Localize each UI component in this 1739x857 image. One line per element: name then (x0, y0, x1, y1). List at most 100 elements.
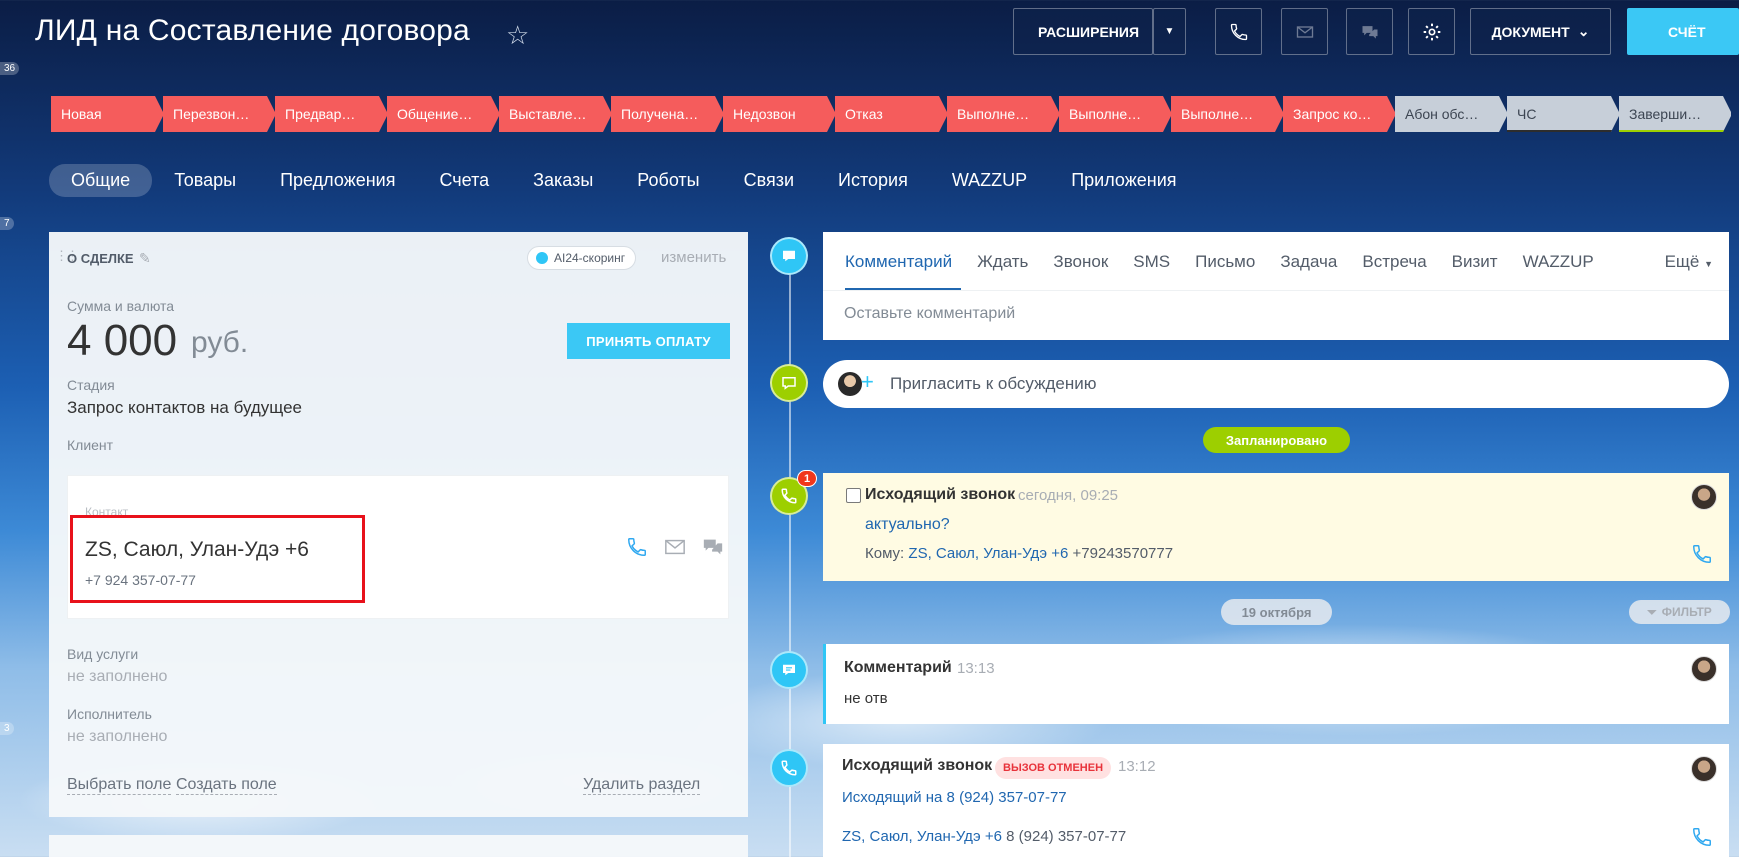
invoice-button[interactable]: СЧЁТ (1627, 8, 1739, 55)
avatar (838, 372, 862, 396)
chevron-down-icon: ⌄ (1577, 23, 1590, 39)
stage-item[interactable]: Отказ (835, 96, 948, 132)
pencil-icon[interactable]: ✎ (139, 250, 151, 267)
delete-section-link[interactable]: Удалить раздел (583, 776, 701, 795)
stage-value: Запрос контактов на будущее (67, 398, 303, 417)
tab-relations[interactable]: Связи (722, 164, 816, 197)
avatar (1691, 656, 1717, 682)
composer-tab-comment[interactable]: Комментарий (845, 252, 952, 272)
create-field-link[interactable]: Создать поле (176, 776, 277, 795)
stage-item[interactable]: Абон обс… (1395, 96, 1508, 132)
detail-tabs: Общие Товары Предложения Счета Заказы Ро… (49, 164, 1199, 197)
event-time: 13:12 (1118, 758, 1156, 775)
timeline-call-dot (770, 749, 808, 787)
stage-item[interactable]: Выполне… (947, 96, 1060, 132)
phone-icon[interactable] (625, 536, 649, 558)
client-label: Клиент (67, 437, 114, 453)
filter-label: ФИЛЬТР (1661, 605, 1712, 619)
stage-item[interactable]: ЧС (1507, 96, 1620, 132)
composer-tab-sms[interactable]: SMS (1133, 252, 1170, 272)
tab-apps[interactable]: Приложения (1049, 164, 1198, 197)
complete-checkbox[interactable] (846, 488, 861, 503)
star-icon[interactable]: ☆ (506, 20, 529, 51)
recipient-label: Кому: (865, 545, 905, 562)
stage-item[interactable]: Выполне… (1059, 96, 1172, 132)
tab-general[interactable]: Общие (49, 164, 153, 197)
call-button[interactable] (1215, 8, 1262, 55)
contact-actions (625, 536, 725, 558)
planned-count-badge: 1 (797, 470, 817, 487)
call-subject-link[interactable]: актуально? (865, 516, 950, 534)
composer-tab-wait[interactable]: Ждать (977, 252, 1028, 272)
extensions-button[interactable]: РАСШИРЕНИЯ (1013, 8, 1153, 55)
comment-input[interactable]: Оставьте комментарий (844, 305, 1015, 323)
composer-more-menu[interactable]: Ещё ▼ (1665, 252, 1713, 272)
recipient-link[interactable]: ZS, Саюл, Улан-Удэ +6 (908, 545, 1068, 562)
timeline-comment-dot (770, 651, 808, 689)
stage-item[interactable]: Перезвон… (163, 96, 276, 132)
accept-payment-button[interactable]: ПРИНЯТЬ ОПЛАТУ (567, 323, 730, 359)
extensions-dropdown-button[interactable]: ▼ (1153, 8, 1186, 55)
document-button[interactable]: ДОКУМЕНТ ⌄ (1470, 8, 1611, 55)
stage-item[interactable]: Новая (51, 96, 164, 132)
more-label: Ещё (1664, 252, 1700, 271)
call-subject-link[interactable]: Исходящий на 8 (924) 357-07-77 (842, 789, 1067, 806)
contact-link[interactable]: ZS, Саюл, Улан-Удэ +6 (842, 828, 1002, 845)
composer-tab-meeting[interactable]: Встреча (1362, 252, 1426, 272)
settings-button[interactable] (1408, 8, 1455, 55)
composer-tab-call[interactable]: Звонок (1053, 252, 1108, 272)
email-button[interactable] (1281, 8, 1328, 55)
stage-item[interactable]: Недозвон (723, 96, 836, 132)
chat-bubbles-icon[interactable] (701, 536, 725, 558)
tab-history[interactable]: История (816, 164, 930, 197)
call-event-card: Исходящий звонок ВЫЗОВ ОТМЕНЕН 13:12 Исх… (823, 744, 1729, 857)
highlight-box (70, 515, 365, 603)
chat-button[interactable] (1346, 8, 1393, 55)
stage-item[interactable]: Получена… (611, 96, 724, 132)
tab-invoices[interactable]: Счета (417, 164, 511, 197)
tab-offers[interactable]: Предложения (258, 164, 417, 197)
composer-tab-task[interactable]: Задача (1280, 252, 1337, 272)
stage-item[interactable]: Выставле… (499, 96, 612, 132)
section-title: О СДЕЛКЕ (67, 251, 134, 266)
stage-item[interactable]: Предвар… (275, 96, 388, 132)
event-time: сегодня, 09:25 (1018, 487, 1119, 504)
amount-label: Сумма и валюта (67, 298, 175, 314)
caret-down-icon: ▼ (1704, 259, 1713, 269)
left-badge-count: 7 (0, 217, 14, 230)
left-menu-strip[interactable]: 36 7 3 (0, 0, 20, 857)
event-title: Исходящий звонок (842, 757, 993, 774)
stage-item[interactable]: Заверши… (1619, 96, 1731, 132)
phone-icon[interactable] (1691, 543, 1713, 565)
service-value[interactable]: не заполнено (67, 668, 167, 686)
tab-robots[interactable]: Роботы (615, 164, 721, 197)
phone-icon[interactable] (1691, 826, 1713, 848)
change-link[interactable]: изменить (661, 249, 726, 266)
comment-icon (783, 664, 795, 676)
stage-item[interactable]: Выполне… (1171, 96, 1284, 132)
tab-orders[interactable]: Заказы (511, 164, 615, 197)
filter-button[interactable]: ⏷ ФИЛЬТР (1629, 600, 1730, 624)
ai-scoring-chip[interactable]: AI24-скоринг (527, 246, 637, 270)
invite-to-discussion[interactable]: + Пригласить к обсуждению (823, 360, 1729, 408)
avatar (1691, 484, 1717, 510)
tab-products[interactable]: Товары (152, 164, 258, 197)
recipient-phone: +79243570777 (1072, 545, 1174, 562)
tab-wazzup[interactable]: WAZZUP (930, 164, 1049, 197)
composer-tabs: Комментарий Ждать Звонок SMS Письмо Зада… (845, 252, 1594, 272)
envelope-icon[interactable] (663, 536, 687, 558)
stage-item[interactable]: Общение… (387, 96, 500, 132)
amount-value: 4 000 (67, 316, 178, 365)
call-recipient-line: Кому: ZS, Саюл, Улан-Удэ +6 +79243570777 (865, 545, 1173, 562)
select-field-link[interactable]: Выбрать поле (67, 776, 172, 795)
stage-item[interactable]: Запрос ко… (1283, 96, 1396, 132)
composer-tab-visit[interactable]: Визит (1452, 252, 1498, 272)
executor-value[interactable]: не заполнено (67, 728, 167, 746)
composer-tab-wazzup[interactable]: WAZZUP (1523, 252, 1594, 272)
call-contact-line: ZS, Саюл, Улан-Удэ +6 8 (924) 357-07-77 (842, 828, 1126, 845)
service-label: Вид услуги (67, 646, 139, 662)
composer-tab-email[interactable]: Письмо (1195, 252, 1255, 272)
caret-down-icon: ▼ (1164, 26, 1175, 37)
ai-scoring-label: AI24-скоринг (554, 251, 626, 265)
comment-icon (783, 250, 795, 262)
